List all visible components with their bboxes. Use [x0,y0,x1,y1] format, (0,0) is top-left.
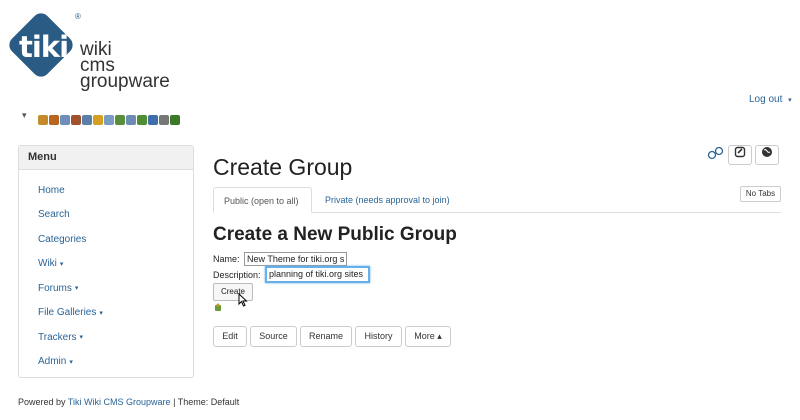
no-tabs-button[interactable]: No Tabs [740,186,781,202]
chevron-down-icon: ▾ [99,309,103,317]
puzzle-icon[interactable] [137,115,147,125]
more-button[interactable]: More ▴ [405,326,451,347]
card-icon[interactable] [159,115,169,125]
image-icon[interactable] [115,115,125,125]
name-field[interactable]: New Theme for tiki.org s [244,252,347,266]
chevron-down-icon: ▾ [69,358,73,366]
tab-private[interactable]: Private (needs approval to join) [315,187,460,213]
key-icon[interactable] [93,115,103,125]
footer: Powered by Tiki Wiki CMS Groupware | The… [18,397,239,407]
logo-registered-mark: ® [75,12,81,21]
menu-item-label: Trackers [38,331,77,343]
footer-link[interactable]: Tiki Wiki CMS Groupware [68,397,171,407]
menu-list: Home Search Categories Wiki ▾ Forums ▾ Fil… [19,178,193,374]
mouse-pointer-icon [238,293,248,307]
menu-item-admin[interactable]: Admin ▾ [19,350,193,375]
edit-icon[interactable] [728,145,752,165]
users-icon[interactable] [82,115,92,125]
menu-item-label: Home [38,184,65,196]
calendar-icon[interactable] [126,115,136,125]
logout-label: Log out [749,94,783,105]
rename-button[interactable]: Rename [300,326,352,347]
menu-item-search[interactable]: Search [19,203,193,228]
menu-item-trackers[interactable]: Trackers ▾ [19,325,193,350]
footer-prefix: Powered by [18,397,68,407]
home-icon[interactable] [49,115,59,125]
logout-link[interactable]: Log out ▾ [749,94,792,105]
chevron-down-icon: ▾ [74,285,79,293]
menu-item-label: Admin [38,356,67,368]
edit-link-icon[interactable] [707,146,725,163]
menu-panel: Menu Home Search Categories Wiki ▾ Forums… [18,145,194,378]
menu-item-label: Forums [38,282,72,294]
menu-item-label: Categories [38,233,87,245]
form-heading: Create a New Public Group [213,224,457,245]
leaf-icon[interactable] [170,115,180,125]
description-field[interactable]: planning of tiki.org sites [265,266,370,283]
puzzle-icon[interactable] [214,303,223,312]
tab-public[interactable]: Public (open to all) [213,187,312,213]
chevron-down-icon: ▾ [788,97,792,104]
globe-icon[interactable] [755,145,779,165]
history-button[interactable]: History [355,326,402,347]
menu-title: Menu [19,146,193,170]
footer-suffix: | Theme: Default [170,397,240,407]
page-title: Create Group [213,154,353,180]
source-button[interactable]: Source [250,326,297,347]
pencil-icon[interactable] [60,115,70,125]
description-label: Description: [213,270,261,280]
logo-line: groupware [80,71,170,92]
logo-badge-text: tiki [19,30,69,64]
chevron-down-icon: ▾ [79,334,84,342]
menu-item-forums[interactable]: Forums ▾ [19,276,193,301]
menu-item-label: Search [38,209,70,221]
menu-item-file-galleries[interactable]: File Galleries ▾ [19,301,193,326]
menu-item-label: Wiki [38,258,57,270]
menu-item-categories[interactable]: Categories [19,227,193,252]
site-logo[interactable]: tiki ® wiki cms groupware [6,8,186,98]
logo-wordmark: wiki cms groupware [80,40,170,92]
menu-item-wiki[interactable]: Wiki ▾ [19,252,193,277]
menu-item-home[interactable]: Home [19,178,193,203]
name-label: Name: [213,254,240,264]
chevron-down-icon: ▾ [59,260,64,268]
admin-toolbar-toggle[interactable]: ▾ [22,110,27,121]
admin-toolbar [38,115,180,125]
user-icon[interactable] [71,115,81,125]
menu-item-label: File Galleries [38,307,97,319]
tools-icon[interactable] [38,115,48,125]
table-icon[interactable] [104,115,114,125]
book-icon[interactable] [148,115,158,125]
edit-button[interactable]: Edit [213,326,247,347]
